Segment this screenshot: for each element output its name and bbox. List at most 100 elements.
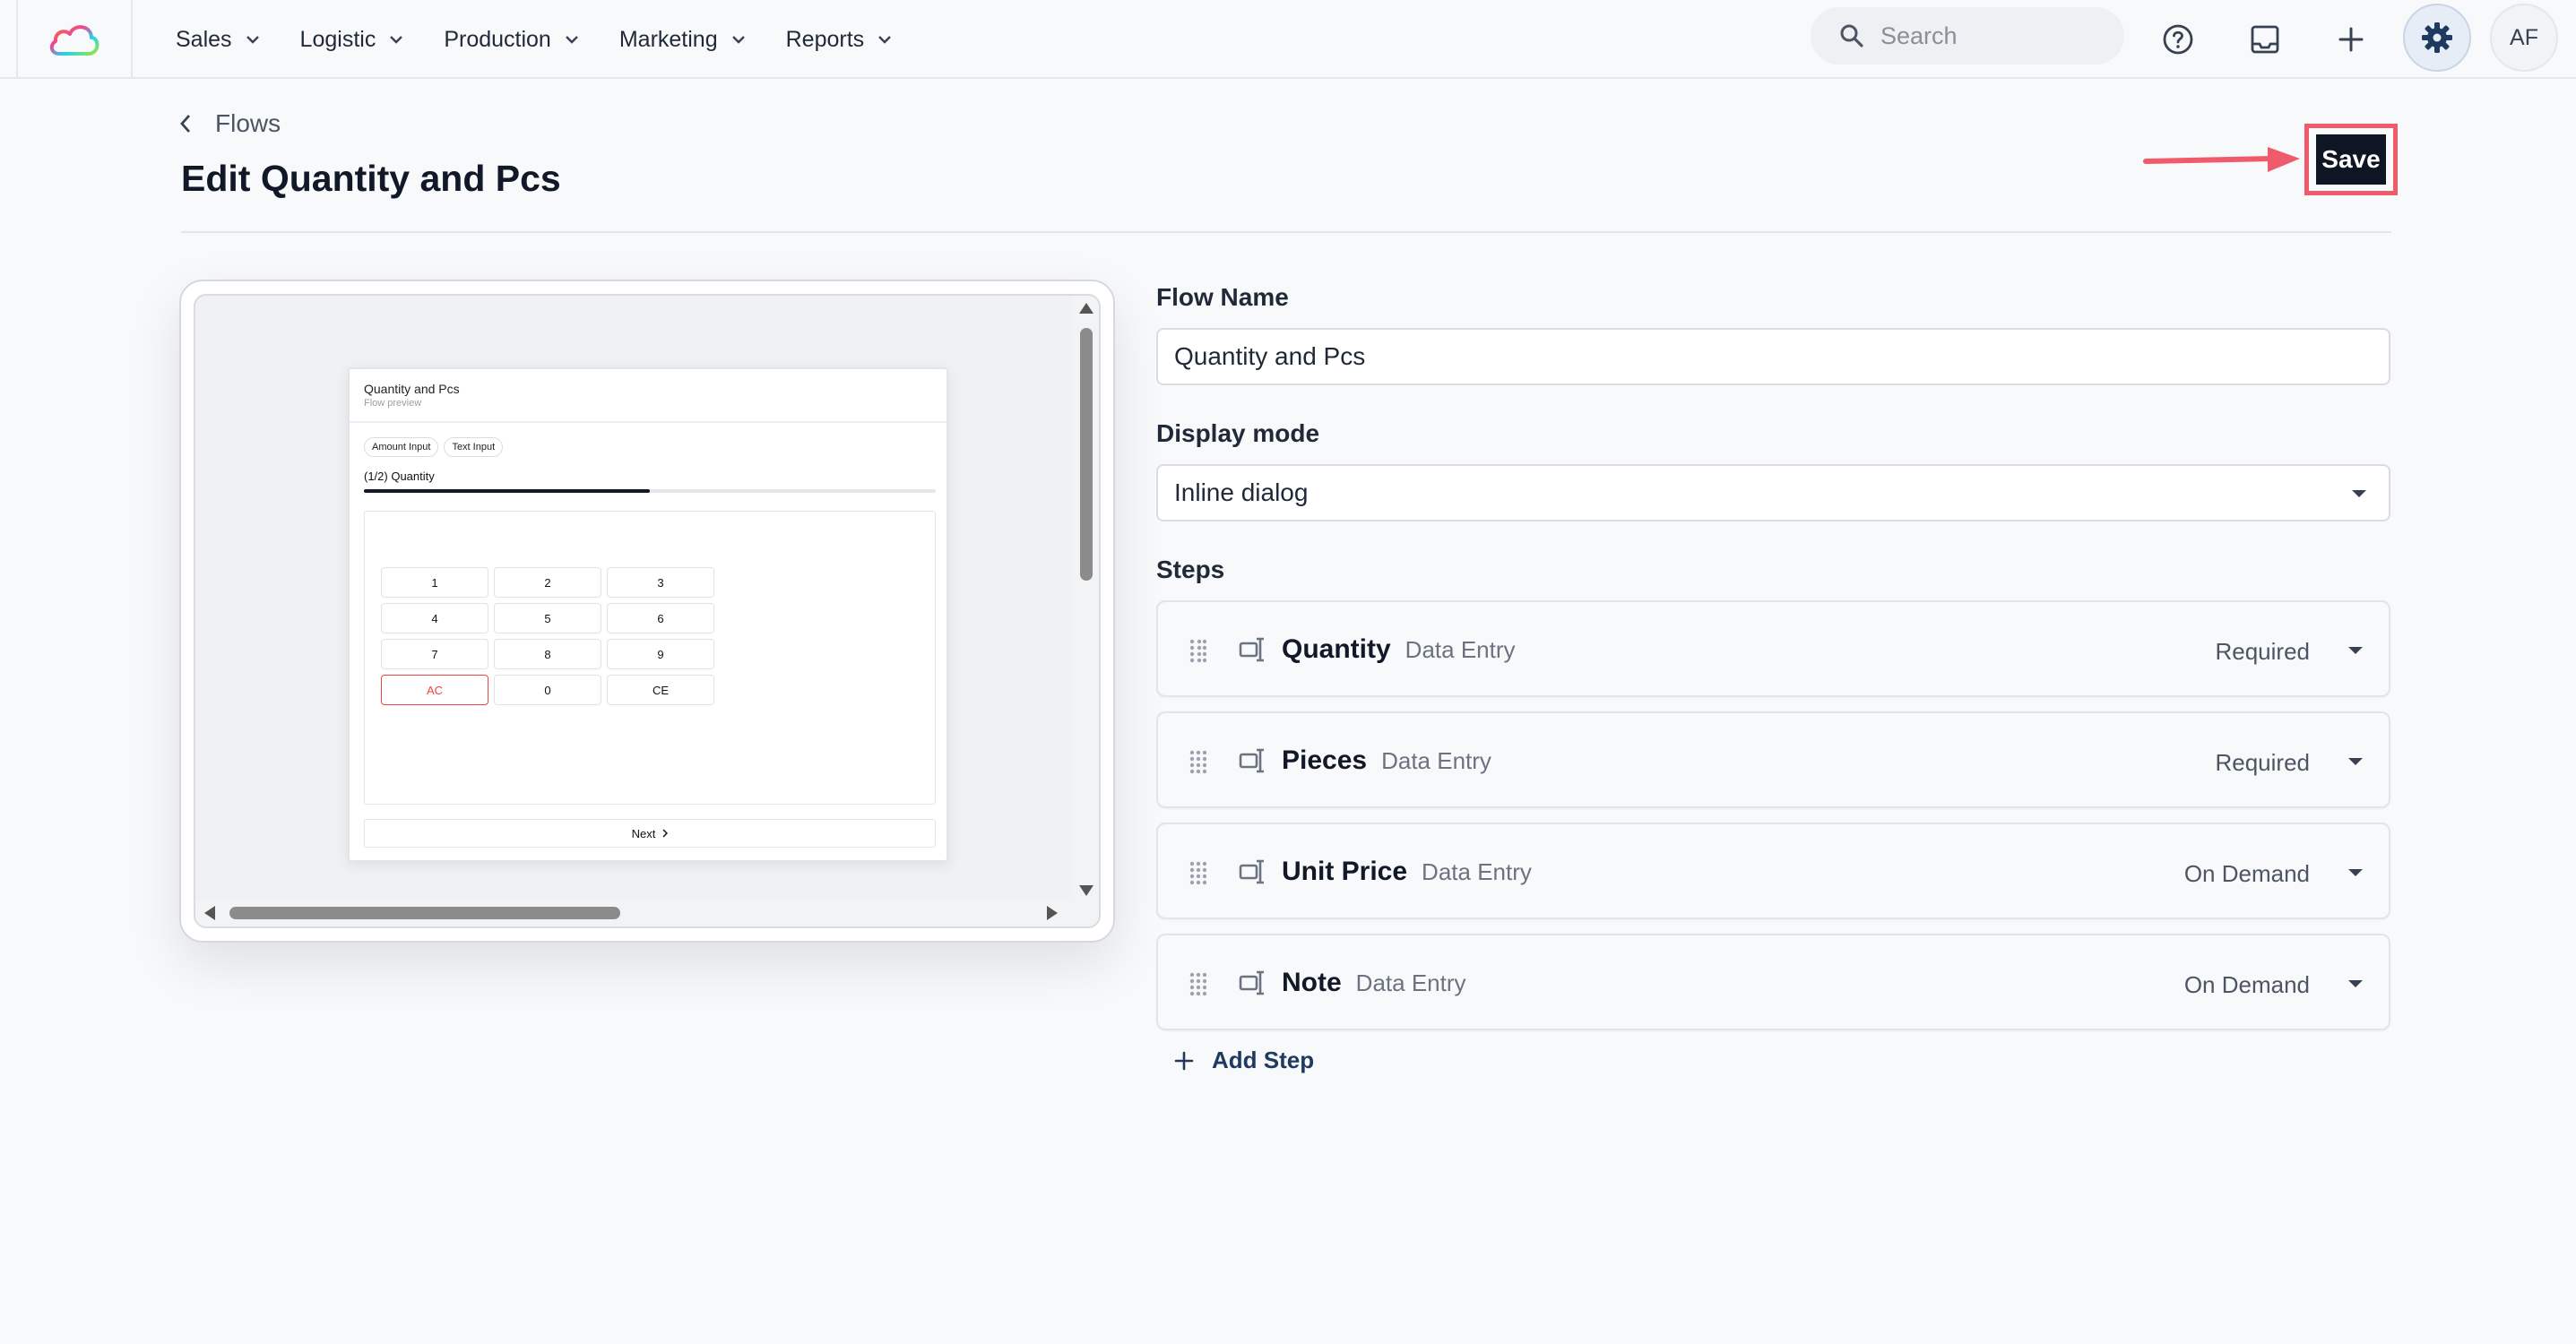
- step-card-quantity[interactable]: Quantity Data Entry Required: [1156, 600, 2390, 697]
- save-button[interactable]: Save: [2316, 134, 2386, 185]
- app-logo[interactable]: [16, 0, 133, 79]
- save-highlight-box: Save: [2304, 124, 2398, 195]
- inbox-icon: [2251, 25, 2279, 54]
- horizontal-scroll-thumb[interactable]: [229, 907, 620, 919]
- input-field-icon: [1239, 748, 1264, 773]
- display-mode-select[interactable]: Inline dialog: [1156, 464, 2390, 521]
- step-type: Data Entry: [1405, 636, 1516, 663]
- gear-icon: [2422, 22, 2452, 53]
- scroll-right-icon[interactable]: [1047, 906, 1058, 920]
- drag-handle-icon[interactable]: [1189, 638, 1206, 663]
- drag-handle-icon[interactable]: [1189, 860, 1206, 885]
- input-field-icon: [1239, 637, 1264, 662]
- flow-preview-frame: Quantity and Pcs Flow preview Amount Inp…: [179, 280, 1115, 943]
- keypad-key[interactable]: 5: [494, 603, 601, 633]
- preview-tab[interactable]: Amount Input: [364, 437, 439, 457]
- preview-dialog-title: Quantity and Pcs: [364, 382, 460, 396]
- scroll-down-icon[interactable]: [1079, 885, 1094, 896]
- keypad-key[interactable]: 7: [381, 639, 488, 669]
- vertical-scroll-thumb[interactable]: [1080, 328, 1093, 581]
- keypad-key-clear-entry[interactable]: CE: [607, 675, 714, 705]
- inbox-button[interactable]: [2238, 13, 2292, 66]
- chevron-down-icon: [878, 35, 892, 44]
- drag-handle-icon[interactable]: [1189, 971, 1206, 996]
- preview-tab[interactable]: Text Input: [444, 437, 504, 457]
- user-avatar[interactable]: AF: [2490, 4, 2558, 72]
- input-field-icon: [1239, 970, 1264, 995]
- input-field-icon: [1239, 859, 1264, 884]
- nav-label: Production: [444, 26, 551, 52]
- plus-icon: [2338, 27, 2364, 52]
- page-title: Edit Quantity and Pcs: [181, 158, 561, 199]
- keypad-key[interactable]: 3: [607, 567, 714, 598]
- caret-down-icon[interactable]: [2347, 868, 2364, 877]
- step-name: Pieces: [1282, 745, 1368, 775]
- user-initials: AF: [2510, 24, 2538, 50]
- cloud-logo-icon: [49, 25, 99, 56]
- keypad-key[interactable]: 6: [607, 603, 714, 633]
- step-mode: On Demand: [2183, 971, 2310, 998]
- caret-down-icon[interactable]: [2347, 979, 2364, 988]
- step-name: Note: [1282, 968, 1342, 997]
- divider: [350, 421, 947, 423]
- display-mode-label: Display mode: [1156, 419, 1320, 447]
- keypad-key[interactable]: 0: [494, 675, 601, 705]
- scroll-up-icon[interactable]: [1079, 303, 1094, 314]
- add-step-button[interactable]: Add Step: [1174, 1047, 1314, 1074]
- keypad-key-clear-all[interactable]: AC: [381, 675, 488, 705]
- preview-next-button[interactable]: Next: [364, 819, 936, 848]
- nav-logistic[interactable]: Logistic: [300, 27, 403, 53]
- keypad-key[interactable]: 2: [494, 567, 601, 598]
- settings-button[interactable]: [2403, 4, 2471, 72]
- flow-name-label: Flow Name: [1156, 283, 1289, 311]
- search-input[interactable]: [1880, 22, 2105, 50]
- nav-label: Reports: [785, 26, 865, 52]
- search-bar: [1811, 7, 2124, 65]
- drag-handle-icon[interactable]: [1189, 749, 1206, 774]
- plus-icon: [1174, 1051, 1194, 1071]
- steps-label: Steps: [1156, 556, 1225, 583]
- step-card-unit-price[interactable]: Unit Price Data Entry On Demand: [1156, 823, 2390, 919]
- preview-progress-bar: [364, 489, 936, 493]
- caret-down-icon: [2352, 490, 2366, 497]
- step-mode: On Demand: [2183, 860, 2310, 887]
- step-type: Data Entry: [1422, 858, 1532, 885]
- caret-down-icon[interactable]: [2347, 646, 2364, 655]
- add-step-label: Add Step: [1212, 1047, 1315, 1073]
- nav-sales[interactable]: Sales: [176, 27, 259, 53]
- chevron-down-icon: [390, 35, 403, 44]
- nav-production[interactable]: Production: [444, 27, 578, 53]
- help-button[interactable]: [2151, 13, 2205, 66]
- nav-marketing[interactable]: Marketing: [619, 27, 745, 53]
- chevron-right-icon: [662, 829, 669, 838]
- preview-dialog-subtitle: Flow preview: [364, 398, 422, 409]
- keypad-key[interactable]: 1: [381, 567, 488, 598]
- step-type: Data Entry: [1355, 969, 1466, 996]
- nav-reports[interactable]: Reports: [786, 27, 892, 53]
- keypad-key[interactable]: 8: [494, 639, 601, 669]
- flow-name-field: [1156, 328, 2390, 385]
- add-button[interactable]: [2324, 13, 2378, 66]
- keypad-key[interactable]: 4: [381, 603, 488, 633]
- step-title: Pieces Data Entry: [1282, 745, 1491, 776]
- caret-down-icon[interactable]: [2347, 757, 2364, 766]
- horizontal-scrollbar[interactable]: [195, 900, 1099, 926]
- preview-step-label: (1/2) Quantity: [364, 470, 435, 483]
- main-nav: Sales Logistic Production Marketing Repo…: [176, 0, 932, 79]
- step-mode: Required: [2215, 749, 2310, 776]
- breadcrumb-label: Flows: [215, 109, 281, 137]
- scroll-left-icon[interactable]: [204, 906, 215, 920]
- chevron-down-icon: [731, 35, 745, 44]
- step-title: Unit Price Data Entry: [1282, 857, 1532, 887]
- step-title: Note Data Entry: [1282, 968, 1466, 998]
- flow-preview-viewport[interactable]: Quantity and Pcs Flow preview Amount Inp…: [194, 294, 1101, 928]
- step-card-note[interactable]: Note Data Entry On Demand: [1156, 934, 2390, 1030]
- flow-name-input[interactable]: [1174, 342, 2389, 371]
- annotation-arrow-icon: [2143, 147, 2300, 172]
- breadcrumb-back[interactable]: Flows: [179, 109, 281, 138]
- step-mode: Required: [2215, 638, 2310, 665]
- keypad-key[interactable]: 9: [607, 639, 714, 669]
- step-type: Data Entry: [1381, 747, 1491, 774]
- vertical-scrollbar[interactable]: [1072, 296, 1099, 905]
- step-card-pieces[interactable]: Pieces Data Entry Required: [1156, 711, 2390, 808]
